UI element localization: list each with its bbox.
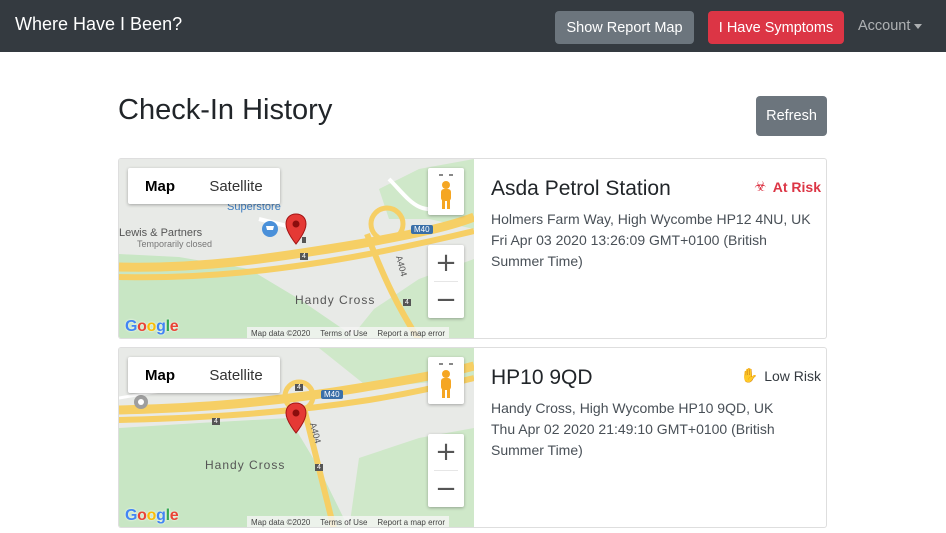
map-type-satellite-button[interactable]: Satellite: [192, 168, 280, 204]
place-address: Holmers Farm Way, High Wycombe HP12 4NU,…: [491, 211, 811, 227]
map-type-map-button[interactable]: Map: [128, 168, 192, 204]
map-label-junction: 4: [295, 384, 303, 391]
app-brand[interactable]: Where Have I Been?: [15, 14, 182, 35]
biohazard-icon: ☣: [754, 179, 767, 195]
account-dropdown[interactable]: Account: [858, 18, 923, 34]
risk-badge: ☣ At Risk: [754, 179, 821, 195]
account-label: Account: [858, 18, 911, 34]
map-label-m40: M40: [321, 390, 343, 399]
chevron-down-icon: [914, 24, 923, 29]
place-name: Asda Petrol Station: [491, 177, 671, 200]
page-title: Check-In History: [118, 94, 333, 126]
google-logo: Google: [125, 507, 179, 524]
checkin-map[interactable]: Superstore Lewis & Partners Temporarily …: [119, 159, 474, 338]
map-label-lewis: Lewis & Partners: [119, 227, 203, 239]
map-label-junction: 4: [315, 464, 323, 471]
checkin-time: Thu Apr 02 2020 21:49:10 GMT+0100 (Briti…: [491, 421, 775, 458]
risk-label: Low Risk: [764, 368, 821, 384]
zoom-control: + −: [428, 245, 464, 318]
map-type-satellite-button[interactable]: Satellite: [192, 357, 280, 393]
risk-label: At Risk: [772, 179, 821, 195]
map-label-handy-cross: Handy Cross: [295, 293, 376, 307]
map-marker-icon[interactable]: [285, 402, 307, 434]
place-name: HP10 9QD: [491, 366, 593, 389]
map-data-text: Map data ©2020: [251, 329, 311, 338]
checkin-card: Handy Cross M40 A404 4 4 4 Map Satellite…: [118, 347, 827, 528]
i-have-symptoms-button[interactable]: I Have Symptoms: [708, 11, 844, 44]
shopping-cart-icon: [262, 221, 278, 237]
terms-link[interactable]: Terms of Use: [320, 518, 367, 527]
checkin-details: Holmers Farm Way, High Wycombe HP12 4NU,…: [491, 209, 811, 272]
checkin-card: Superstore Lewis & Partners Temporarily …: [118, 158, 827, 339]
map-label-junction: 4: [212, 418, 220, 425]
street-view-pegman-icon[interactable]: [428, 168, 464, 215]
street-view-pegman-icon[interactable]: [428, 357, 464, 404]
zoom-in-button[interactable]: +: [428, 434, 464, 470]
map-attribution: Map data ©2020 Terms of Use Report a map…: [247, 327, 449, 338]
checkin-details: Handy Cross, High Wycombe HP10 9QD, UK T…: [491, 398, 811, 461]
report-error-link[interactable]: Report a map error: [377, 329, 445, 338]
top-navbar: Where Have I Been? Show Report Map I Hav…: [0, 0, 946, 52]
zoom-control: + −: [428, 434, 464, 507]
map-marker-icon[interactable]: [285, 213, 307, 245]
map-label-closed: Temporarily closed: [137, 239, 213, 249]
report-error-link[interactable]: Report a map error: [377, 518, 445, 527]
refresh-button[interactable]: Refresh: [756, 96, 827, 136]
map-type-control: Map Satellite: [128, 357, 280, 393]
zoom-out-button[interactable]: −: [428, 471, 464, 507]
place-icon: [134, 395, 148, 409]
checkin-map[interactable]: Handy Cross M40 A404 4 4 4 Map Satellite…: [119, 348, 474, 527]
hand-icon: ✋: [740, 368, 759, 384]
map-label-m40: M40: [411, 225, 433, 234]
risk-badge: ✋ Low Risk: [741, 368, 821, 384]
map-label-handy-cross: Handy Cross: [205, 458, 286, 472]
map-type-map-button[interactable]: Map: [128, 357, 192, 393]
terms-link[interactable]: Terms of Use: [320, 329, 367, 338]
show-report-map-button[interactable]: Show Report Map: [555, 11, 694, 44]
zoom-in-button[interactable]: +: [428, 245, 464, 281]
place-address: Handy Cross, High Wycombe HP10 9QD, UK: [491, 400, 774, 416]
map-label-junction: 4: [403, 299, 411, 306]
map-label-junction: 4: [300, 253, 308, 260]
checkin-info: HP10 9QD ✋ Low Risk Handy Cross, High Wy…: [491, 348, 821, 527]
map-type-control: Map Satellite: [128, 168, 280, 204]
map-data-text: Map data ©2020: [251, 518, 311, 527]
checkin-time: Fri Apr 03 2020 13:26:09 GMT+0100 (Briti…: [491, 232, 767, 269]
map-attribution: Map data ©2020 Terms of Use Report a map…: [247, 516, 449, 527]
checkin-info: Asda Petrol Station ☣ At Risk Holmers Fa…: [491, 159, 821, 338]
zoom-out-button[interactable]: −: [428, 282, 464, 318]
google-logo: Google: [125, 318, 179, 335]
